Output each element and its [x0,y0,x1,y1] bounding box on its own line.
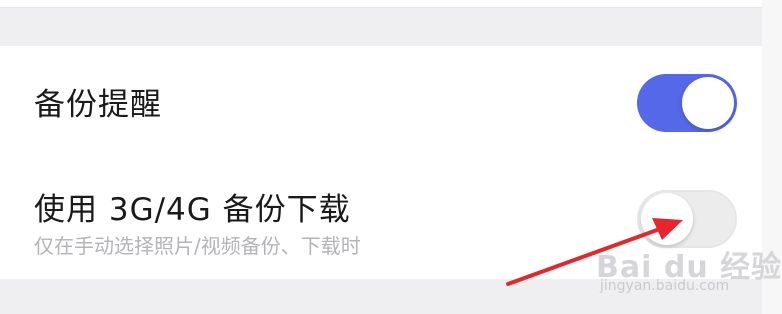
annotation-arrow-icon [506,218,683,286]
settings-screen: 备份提醒 使用 3G/4G 备份下载 仅在手动选择照片/视频备份、下载时 Bai… [0,0,782,314]
